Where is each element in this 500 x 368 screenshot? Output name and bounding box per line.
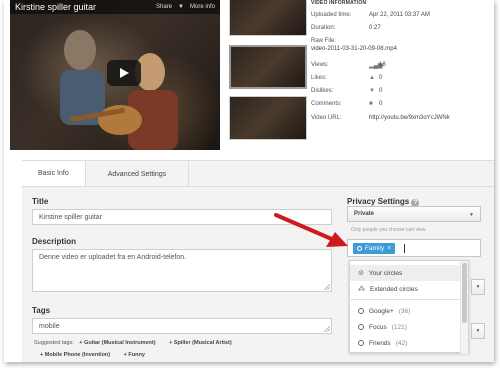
comments-row: Comments: ■ 0 (311, 101, 383, 107)
circle-icon (358, 324, 364, 330)
text-cursor (404, 244, 405, 253)
tags-text: mobile (39, 323, 60, 330)
circle-icon (358, 340, 364, 346)
dropdown-item-your-circles[interactable]: ⊘ Your circles (350, 265, 462, 281)
tags-label: Tags (32, 306, 51, 315)
duration-row: Duration: 0:27 (311, 25, 381, 31)
window-frame: Kirstine spiller guitar Share ▼ More inf… (4, 0, 494, 362)
dropdown-item-friends[interactable]: Friends (42) (350, 335, 462, 351)
raw-file-value-row: video-2011-03-31-20-09-08.mp4 (311, 46, 397, 52)
family-chip[interactable]: Family × (353, 243, 396, 254)
privacy-select[interactable]: Private ▼ (347, 206, 481, 222)
circles-icon: ⊘ (358, 270, 364, 277)
suggested-tag[interactable]: + Spiller (Musical Artist) (169, 340, 232, 346)
privacy-help-text: Only people you choose can view (351, 227, 426, 233)
title-label: Title (32, 197, 49, 206)
uploaded-row: Uploaded time: Apr 22, 2011 03:37 AM (311, 12, 430, 18)
share-link[interactable]: Share (156, 4, 172, 10)
dislikes-row: Dislikes: ▼ 0 (311, 88, 383, 94)
resize-grip-icon[interactable] (324, 284, 330, 290)
chevron-down-icon: ▼ (469, 212, 474, 218)
video-url-link[interactable]: http://youtu.be/9xm3oYcJWNk (369, 115, 450, 121)
description-text: Denne video er uploadet fra en Android-t… (39, 254, 187, 261)
more-info-link[interactable]: More info (190, 4, 215, 10)
views-icon: ▂▄▆ (369, 62, 383, 69)
video-player[interactable]: Kirstine spiller guitar Share ▼ More inf… (10, 0, 220, 150)
play-icon (120, 68, 129, 78)
suggested-tag[interactable]: + Mobile Phone (Invention) (40, 352, 110, 358)
dropdown-item-google-plus[interactable]: Google+ (36) (350, 303, 462, 319)
thumbnail-3[interactable] (229, 96, 307, 140)
dropdown-divider (350, 299, 462, 300)
play-button[interactable] (107, 60, 141, 86)
video-url-row: Video URL: http://youtu.be/9xm3oYcJWNk (311, 115, 450, 121)
thumbnail-2[interactable] (229, 45, 307, 89)
dropdown-item-focus[interactable]: Focus (121) (350, 319, 462, 335)
suggested-tag[interactable]: + Guitar (Musical Instrument) (79, 340, 155, 346)
suggested-tag[interactable]: + Funny (124, 352, 145, 358)
tab-bar: Basic Info Advanced Settings (22, 161, 190, 187)
thumbs-down-icon: ▼ (369, 88, 375, 94)
circles-dropdown: ⊘ Your circles ⁂ Extended circles Google… (349, 260, 469, 354)
title-input[interactable]: Kirstine spiller guitar (32, 209, 332, 225)
scrollbar-thumb[interactable] (462, 263, 467, 323)
likes-row: Likes: ▲ 0 (311, 75, 383, 81)
tab-advanced-settings[interactable]: Advanced Settings (85, 161, 190, 187)
chip-remove-icon[interactable]: × (387, 245, 391, 252)
thumbs-up-icon: ▲ (369, 75, 375, 81)
resize-grip-icon[interactable] (324, 326, 330, 332)
video-info-heading: VIDEO INFORMATION (311, 0, 367, 6)
circle-icon (358, 308, 364, 314)
player-title-bar: Kirstine spiller guitar Share ▼ More inf… (10, 0, 220, 14)
suggested-tags-row: Suggested tags: + Guitar (Musical Instru… (34, 340, 244, 346)
chevron-down-icon[interactable]: ▼ (471, 279, 485, 295)
tags-input[interactable]: mobile (32, 318, 332, 334)
description-textarea[interactable]: Denne video er uploadet fra en Android-t… (32, 249, 332, 292)
views-row: Views: ▂▄▆ 18 (311, 62, 386, 69)
suggested-tags-row-2: + Mobile Phone (Invention) + Funny (40, 352, 157, 358)
thumbnail-1[interactable] (229, 0, 307, 36)
more-info-icon[interactable]: ▼ (178, 4, 184, 10)
suggested-tags-label: Suggested tags: (34, 340, 74, 346)
tab-divider (22, 186, 494, 187)
tab-basic-info[interactable]: Basic Info (22, 161, 86, 187)
video-title: Kirstine spiller guitar (15, 2, 97, 12)
comment-icon: ■ (369, 101, 373, 107)
extended-circles-icon: ⁂ (358, 286, 365, 293)
chip-circle-icon (357, 246, 362, 251)
dropdown-item-extended-circles[interactable]: ⁂ Extended circles (350, 281, 462, 297)
chevron-down-icon[interactable]: ▼ (471, 323, 485, 339)
settings-panel: Basic Info Advanced Settings Title Kirst… (22, 160, 494, 362)
description-label: Description (32, 237, 77, 246)
dropdown-scrollbar[interactable] (460, 261, 468, 354)
share-with-input[interactable]: Family × (347, 239, 481, 257)
